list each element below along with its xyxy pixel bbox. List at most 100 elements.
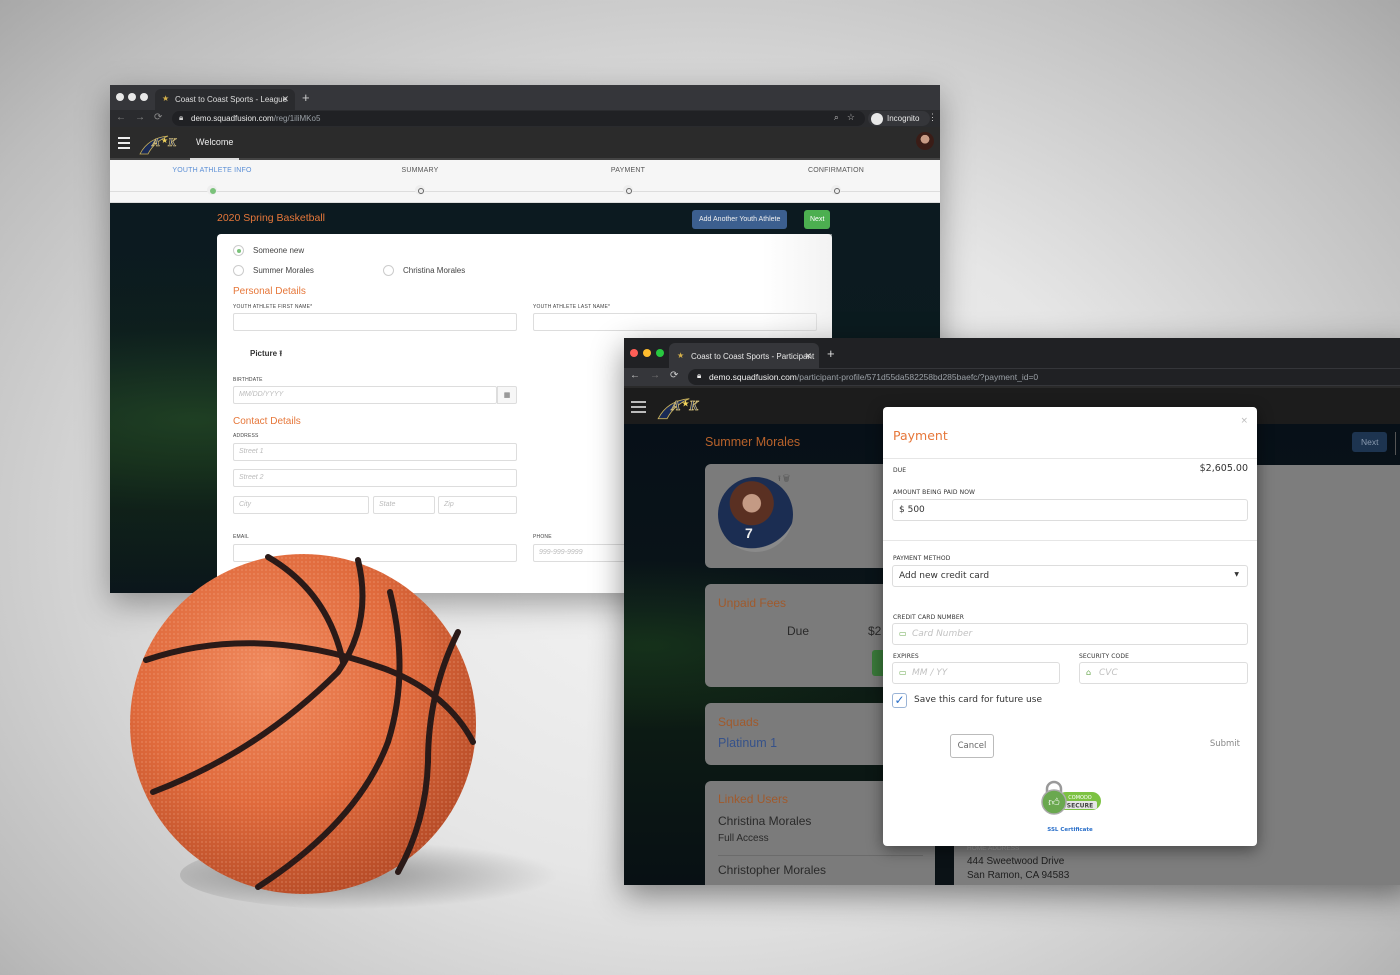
new-tab-button[interactable]: +: [827, 346, 835, 361]
forward-icon[interactable]: →: [650, 370, 660, 381]
step-summary[interactable]: SUMMARY: [350, 167, 490, 195]
url-input[interactable]: 🔒︎ demo.squadfusion.com/reg/1iliMKo5 ⌕ ☆: [172, 111, 865, 126]
photo-upload-delete-icons[interactable]: ⭱🗑: [778, 473, 792, 487]
save-card-checkbox[interactable]: ✓: [892, 693, 907, 708]
browser-tab-registration[interactable]: ★ Coast to Coast Sports - League ✕: [155, 89, 295, 110]
svg-text:K: K: [688, 398, 699, 413]
reload-icon[interactable]: ⟳: [154, 112, 162, 123]
close-tab-icon[interactable]: ✕: [281, 94, 289, 105]
squads-heading: Squads: [718, 715, 759, 729]
reload-icon[interactable]: ⟳: [670, 370, 678, 381]
browser-menu-icon[interactable]: ⋮: [928, 112, 937, 123]
url-domain: demo.squadfusion.com: [709, 372, 797, 382]
step-label: PAYMENT: [610, 167, 646, 174]
street1-input[interactable]: Street 1: [233, 443, 517, 461]
city-input[interactable]: City: [233, 496, 369, 514]
expires-input[interactable]: ▭ MM / YY: [892, 662, 1060, 684]
next-button[interactable]: Next: [1352, 432, 1388, 452]
url-input[interactable]: 🔒︎ demo.squadfusion.com/participant-prof…: [688, 369, 1400, 385]
security-code-input[interactable]: ⌂ CVC: [1079, 662, 1248, 684]
close-icon[interactable]: ×: [1240, 416, 1248, 426]
due-label: Due: [787, 624, 810, 638]
padlock-icon: ⌂: [1086, 668, 1092, 677]
step-label: YOUTH ATHLETE INFO: [172, 167, 252, 174]
modal-title: Payment: [893, 428, 948, 443]
close-window-button[interactable]: [630, 349, 638, 357]
street2-input[interactable]: Street 2: [233, 469, 517, 487]
radio-button[interactable]: [383, 265, 394, 276]
expires-label: EXPIRES: [893, 653, 919, 660]
maximize-window-button[interactable]: [140, 93, 148, 101]
amount-input[interactable]: $ 500: [892, 499, 1248, 521]
radio-button[interactable]: [233, 265, 244, 276]
security-code-placeholder: CVC: [1099, 668, 1118, 678]
divider: [883, 458, 1257, 459]
minimize-window-button[interactable]: [643, 349, 651, 357]
state-input[interactable]: State: [373, 496, 435, 514]
team-logo[interactable]: A ★ K: [138, 130, 184, 157]
svg-text:👍︎: 👍︎: [1048, 796, 1060, 809]
radio-button-selected[interactable]: [233, 245, 244, 256]
address-bar-row: ← → ⟳ 🔒︎ demo.squadfusion.com/participan…: [624, 368, 1400, 386]
new-tab-button[interactable]: +: [302, 90, 310, 105]
upload-icon[interactable]: ⭱: [279, 349, 282, 358]
minimize-window-button[interactable]: [128, 93, 136, 101]
back-icon[interactable]: ←: [116, 112, 126, 123]
back-icon[interactable]: ←: [630, 370, 640, 381]
hamburger-menu-icon[interactable]: [631, 401, 646, 416]
nav-tab-welcome[interactable]: Welcome: [190, 127, 240, 160]
team-logo[interactable]: A ★ K: [654, 392, 709, 422]
add-another-athlete-button[interactable]: Add Another Youth Athlete: [692, 210, 788, 229]
close-window-button[interactable]: [116, 93, 124, 101]
payment-method-label: PAYMENT METHOD: [893, 555, 951, 562]
maximize-window-button[interactable]: [656, 349, 664, 357]
payment-method-select[interactable]: Add new credit card ▼: [892, 565, 1248, 587]
cancel-button[interactable]: Cancel: [950, 734, 994, 758]
incognito-indicator[interactable]: Incognito: [868, 111, 930, 126]
step-indicator: [415, 185, 425, 195]
step-indicator-active: [207, 185, 217, 195]
picture-upload[interactable]: Picture ⭱: [250, 348, 282, 362]
personal-details-heading: Personal Details: [233, 286, 306, 297]
hamburger-menu-icon[interactable]: [118, 137, 130, 152]
submit-button[interactable]: Submit: [1210, 739, 1240, 749]
address-bar-row: ← → ⟳ 🔒︎ demo.squadfusion.com/reg/1iliMK…: [110, 110, 940, 127]
radio-summer-morales[interactable]: Summer Morales: [233, 265, 314, 276]
zoom-icon[interactable]: ⌕: [834, 112, 839, 123]
user-avatar[interactable]: [916, 132, 934, 150]
incognito-label: Incognito: [887, 114, 920, 123]
divider: [883, 540, 1257, 541]
calendar-icon: ▭: [899, 668, 907, 677]
basketball-image: [130, 554, 476, 894]
first-name-input[interactable]: [233, 313, 517, 331]
address-line-2: San Ramon, CA 94583: [967, 870, 1070, 881]
registration-stepper: YOUTH ATHLETE INFO SUMMARY PAYMENT CONFI…: [110, 160, 940, 203]
card-number-input[interactable]: ▭ Card Number: [892, 623, 1248, 645]
calendar-icon[interactable]: ▦: [497, 386, 517, 404]
birthdate-input[interactable]: MM/DD/YYYY: [233, 386, 497, 404]
step-payment[interactable]: PAYMENT: [558, 167, 698, 195]
ssl-certificate-link[interactable]: SSL Certificate: [883, 827, 1257, 833]
birthdate-label: BIRTHDATE: [233, 377, 263, 383]
next-button[interactable]: Next: [804, 210, 831, 229]
browser-tab-participant[interactable]: ★ Coast to Coast Sports - Participant ✕: [669, 343, 819, 368]
step-youth-athlete-info[interactable]: YOUTH ATHLETE INFO: [142, 167, 282, 195]
team-logo-icon: ★: [162, 94, 170, 103]
security-code-label: SECURITY CODE: [1079, 653, 1129, 660]
step-indicator: [831, 185, 841, 195]
bookmark-star-icon[interactable]: ☆: [847, 112, 855, 123]
first-name-label: YOUTH ATHLETE FIRST NAME*: [233, 304, 313, 310]
picture-label: Picture: [250, 349, 278, 358]
zip-input[interactable]: Zip: [438, 496, 517, 514]
team-logo-icon: ★: [677, 351, 685, 360]
close-tab-icon[interactable]: ✕: [804, 351, 812, 362]
comodo-secure-badge[interactable]: 👍︎ COMODO SECURE: [1039, 779, 1103, 817]
forward-icon[interactable]: →: [135, 112, 145, 123]
step-confirmation[interactable]: CONFIRMATION: [766, 167, 906, 195]
squad-link-platinum-1[interactable]: Platinum 1: [718, 736, 777, 750]
step-label: CONFIRMATION: [808, 167, 864, 174]
radio-christina-morales[interactable]: Christina Morales: [383, 265, 465, 276]
radio-someone-new[interactable]: Someone new: [233, 245, 304, 256]
lock-icon: 🔒︎: [697, 371, 702, 380]
address-line-1: 444 Sweetwood Drive: [967, 856, 1065, 867]
